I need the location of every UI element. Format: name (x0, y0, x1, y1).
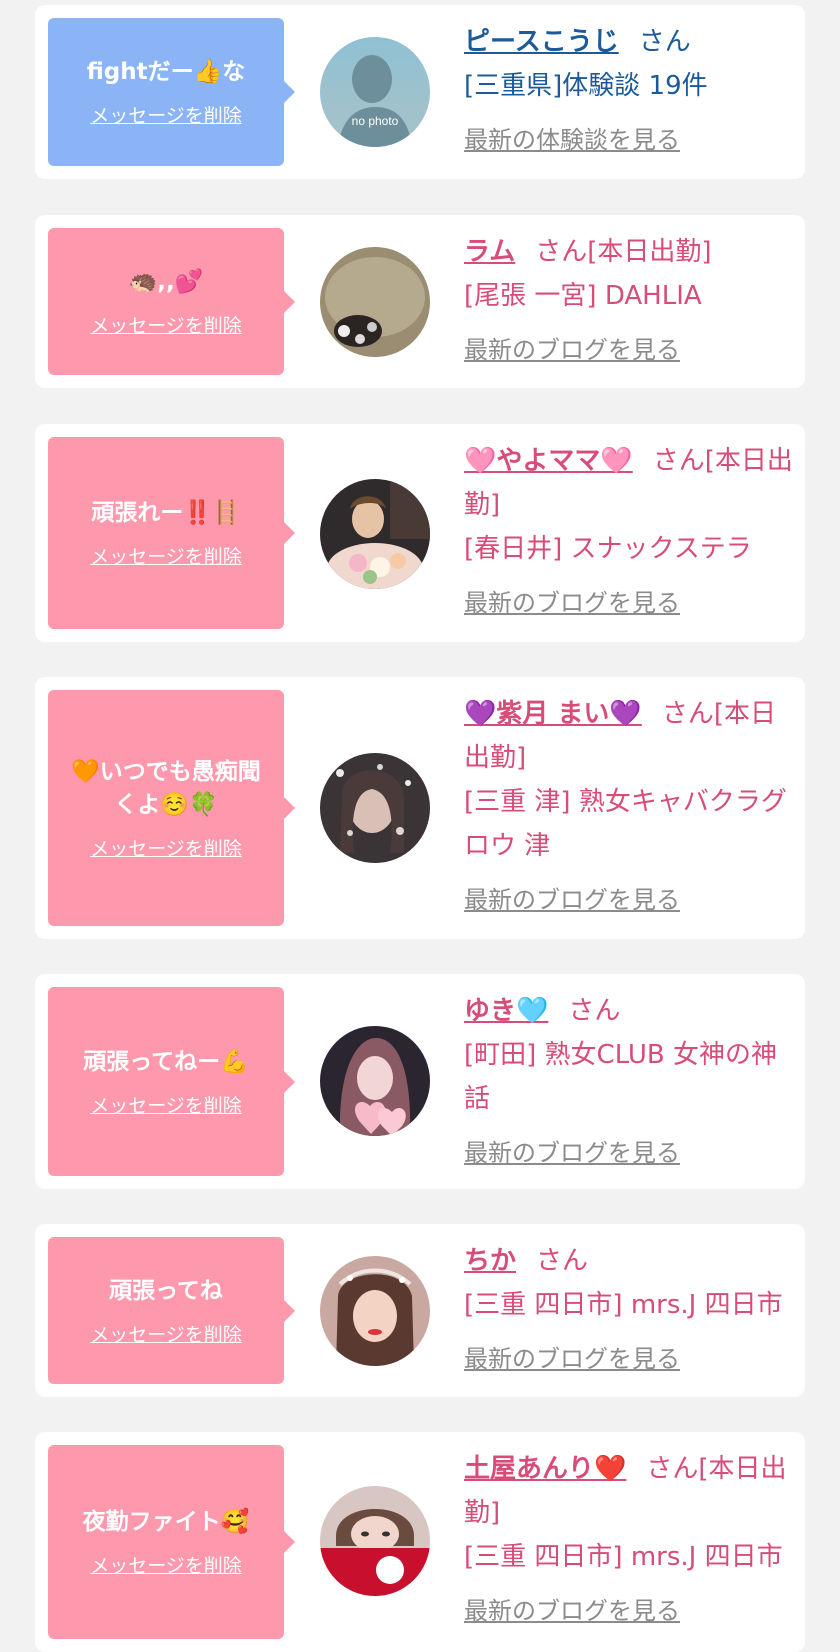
user-name-link[interactable]: ちか (464, 1246, 516, 1276)
message-card: 🦔,,💕 メッセージを削除 ラム さん[本日出勤] [尾張 一宮] DAHLIA … (35, 215, 805, 388)
honorific: さん (536, 1246, 589, 1276)
no-photo-text: no photo (352, 114, 399, 128)
no-photo-avatar: no photo (320, 37, 430, 147)
message-bubble: 頑張れー‼️🪜 メッセージを削除 (48, 437, 295, 629)
message-bubble: 夜勤ファイト🥰 メッセージを削除 (48, 1445, 295, 1639)
profile-photo (320, 479, 430, 589)
message-bubble: 🧡いつでも愚痴聞くよ☺️🍀 メッセージを削除 (48, 690, 295, 926)
user-detail: [三重 四日市] mrs.J 四日市 (464, 1290, 783, 1320)
avatar[interactable] (320, 247, 430, 357)
user-name-link[interactable]: 💜紫月 まい💜 (464, 699, 642, 729)
delete-message-link[interactable]: メッセージを削除 (90, 1091, 242, 1118)
delete-message-link[interactable]: メッセージを削除 (90, 834, 242, 861)
avatar[interactable]: no photo (320, 37, 430, 147)
latest-blog-link[interactable]: 最新のブログを見る (464, 581, 680, 625)
profile-photo (320, 1486, 430, 1596)
message-bubble: 🦔,,💕 メッセージを削除 (48, 228, 295, 375)
user-detail: [町田] 熟女CLUB 女神の神話 (464, 1040, 778, 1114)
avatar[interactable] (320, 753, 430, 863)
message-card: 頑張ってねー💪 メッセージを削除 ゆき🩵 さん [町田] 熟女CLUB 女神の神話… (35, 974, 805, 1189)
honorific: さん (568, 996, 621, 1026)
user-name-link[interactable]: ラム (464, 237, 515, 267)
message-text: fightだー👍な (86, 59, 246, 85)
delete-message-link[interactable]: メッセージを削除 (90, 542, 242, 569)
user-info: 🩷やよママ🩷 さん[本日出勤] [春日井] スナックステラ 最新のブログを見る (464, 439, 793, 625)
delete-message-link[interactable]: メッセージを削除 (90, 101, 242, 128)
user-detail: [三重 四日市] mrs.J 四日市 (464, 1542, 783, 1572)
user-info: ラム さん[本日出勤] [尾張 一宮] DAHLIA 最新のブログを見る (464, 230, 793, 372)
avatar[interactable] (320, 1026, 430, 1136)
delete-message-link[interactable]: メッセージを削除 (90, 1320, 242, 1347)
message-text: 頑張れー‼️🪜 (91, 500, 241, 526)
profile-photo (320, 247, 430, 357)
message-card: 夜勤ファイト🥰 メッセージを削除 土屋あんり❤️ さん[本日出勤] [三重 四日市… (35, 1432, 805, 1652)
message-text: 頑張ってねー💪 (83, 1048, 249, 1075)
message-card: 頑張ってね メッセージを削除 ちか さん [三重 四日市] mrs.J 四日市 最… (35, 1224, 805, 1397)
honorific: さん (638, 27, 691, 57)
message-card: 🧡いつでも愚痴聞くよ☺️🍀 メッセージを削除 💜紫月 まい💜 さん[本日出勤] [… (35, 677, 805, 939)
latest-blog-link[interactable]: 最新のブログを見る (464, 1337, 680, 1381)
user-detail: [三重 津] 熟女キャバクラグロウ 津 (464, 787, 787, 861)
user-info: ちか さん [三重 四日市] mrs.J 四日市 最新のブログを見る (464, 1239, 793, 1381)
delete-message-link[interactable]: メッセージを削除 (90, 1551, 242, 1578)
avatar[interactable] (320, 479, 430, 589)
user-name-link[interactable]: 土屋あんり❤️ (464, 1454, 626, 1484)
latest-report-link[interactable]: 最新の体験談を見る (464, 118, 680, 162)
user-info: ゆき🩵 さん [町田] 熟女CLUB 女神の神話 最新のブログを見る (464, 989, 793, 1175)
user-info: ピースこうじ さん [三重県]体験談 19件 最新の体験談を見る (464, 20, 793, 162)
user-name-link[interactable]: ピースこうじ (464, 27, 619, 57)
user-info: 💜紫月 まい💜 さん[本日出勤] [三重 津] 熟女キャバクラグロウ 津 最新のブ… (464, 692, 793, 922)
latest-blog-link[interactable]: 最新のブログを見る (464, 1589, 680, 1633)
message-card: 頑張れー‼️🪜 メッセージを削除 🩷やよママ🩷 さん[本日出勤] [春日井] スナ… (35, 424, 805, 642)
message-text: 🧡いつでも愚痴聞くよ☺️🍀 (71, 758, 261, 818)
message-bubble: 頑張ってねー💪 メッセージを削除 (48, 987, 295, 1176)
user-detail: [尾張 一宮] DAHLIA (464, 281, 702, 311)
message-text: 頑張ってね (109, 1277, 223, 1304)
delete-message-link[interactable]: メッセージを削除 (90, 311, 242, 338)
user-info: 土屋あんり❤️ さん[本日出勤] [三重 四日市] mrs.J 四日市 最新のブロ… (464, 1447, 793, 1633)
message-bubble: 頑張ってね メッセージを削除 (48, 1237, 295, 1384)
user-name-link[interactable]: ゆき🩵 (464, 996, 548, 1026)
profile-photo (320, 1256, 430, 1366)
latest-blog-link[interactable]: 最新のブログを見る (464, 878, 680, 922)
profile-photo (320, 753, 430, 863)
latest-blog-link[interactable]: 最新のブログを見る (464, 328, 680, 372)
message-bubble: fightだー👍な メッセージを削除 (48, 18, 295, 166)
user-detail: [春日井] スナックステラ (464, 534, 752, 564)
profile-photo (320, 1026, 430, 1136)
user-name-link[interactable]: 🩷やよママ🩷 (464, 446, 633, 476)
message-list: fightだー👍な メッセージを削除 no photo ピースこうじ さん [三重… (0, 0, 840, 1652)
latest-blog-link[interactable]: 最新のブログを見る (464, 1131, 680, 1175)
message-text: 夜勤ファイト🥰 (82, 1509, 250, 1535)
avatar[interactable] (320, 1256, 430, 1366)
honorific: さん[本日出勤] (535, 237, 712, 267)
avatar[interactable] (320, 1486, 430, 1596)
message-card: fightだー👍な メッセージを削除 no photo ピースこうじ さん [三重… (35, 5, 805, 179)
message-text: 🦔,,💕 (128, 268, 204, 295)
user-detail: [三重県]体験談 19件 (464, 71, 708, 101)
